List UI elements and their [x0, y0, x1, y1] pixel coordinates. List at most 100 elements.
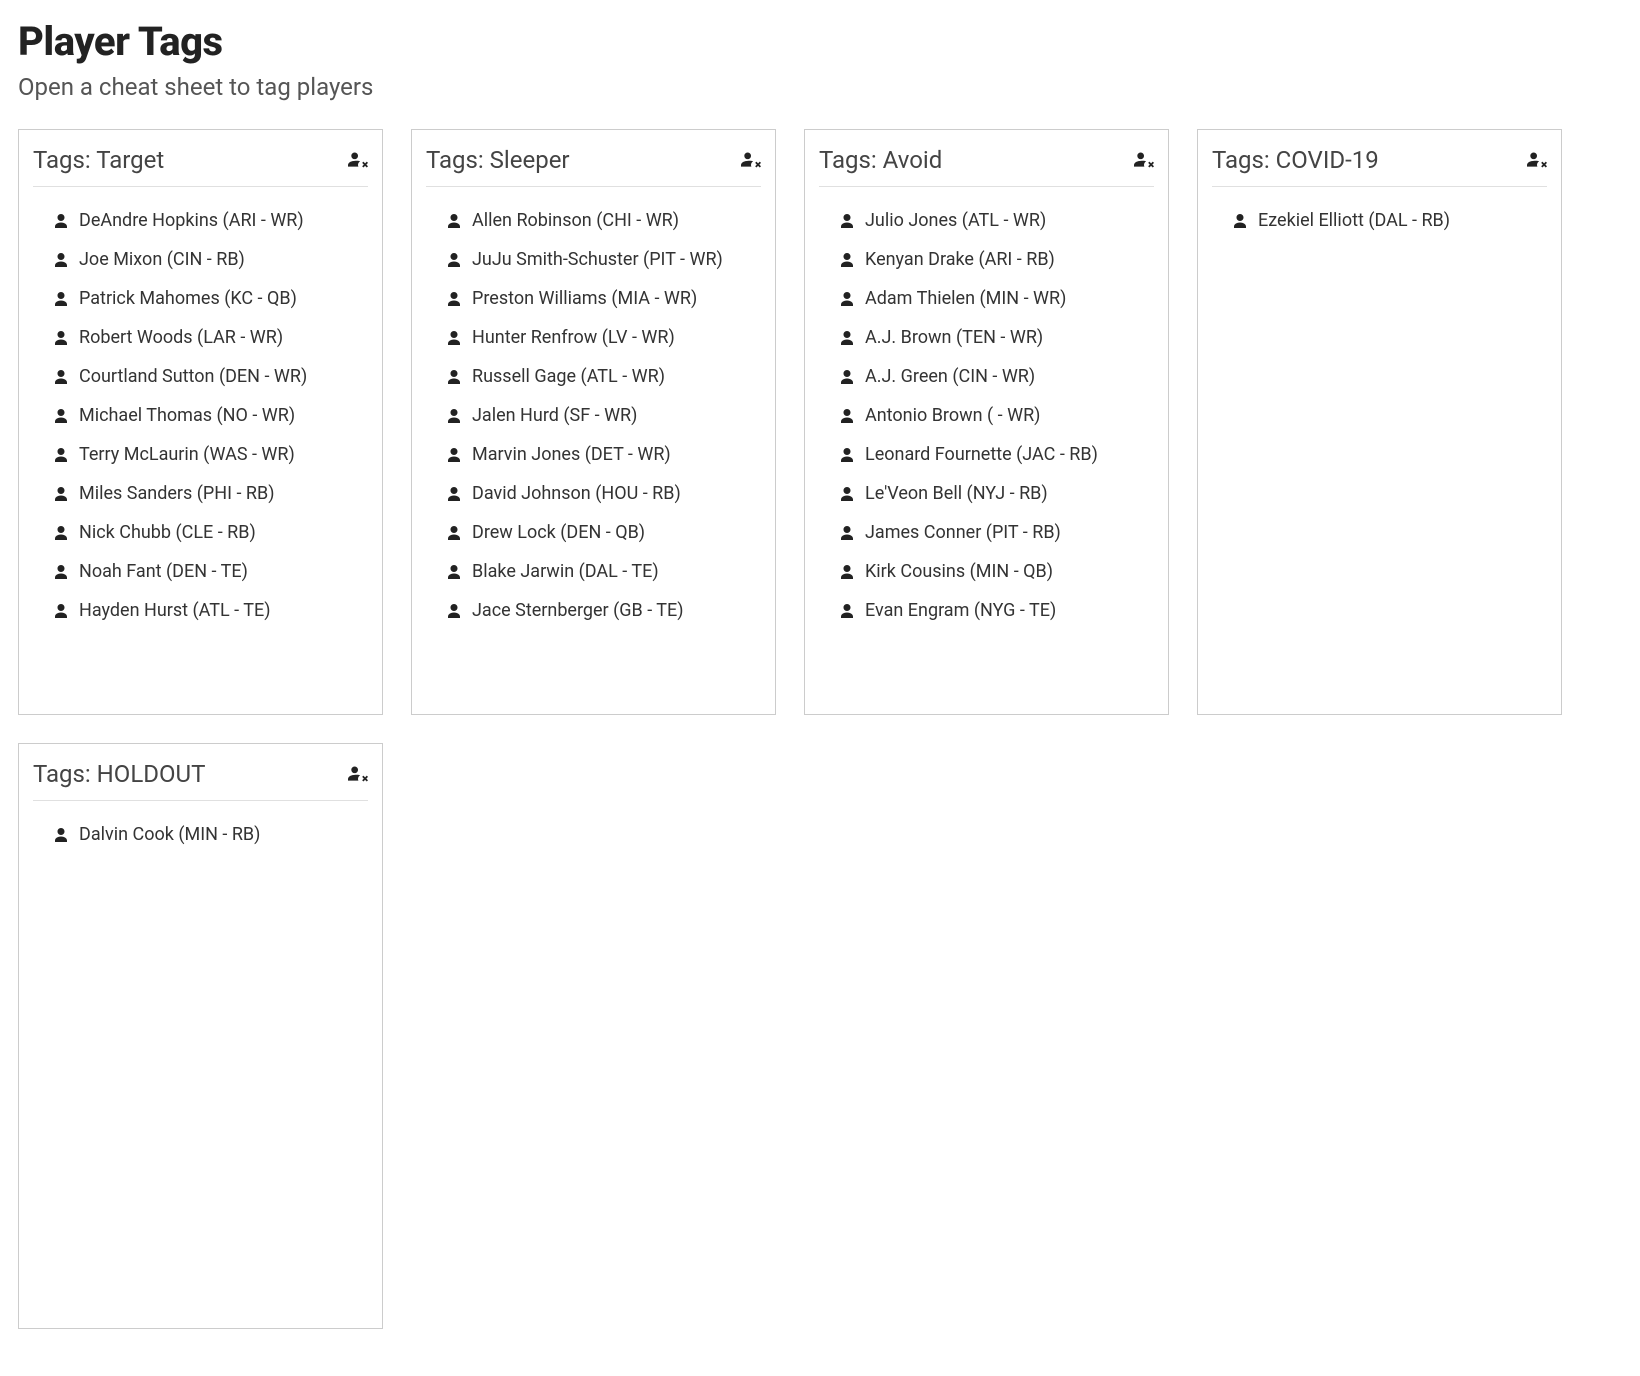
player-label: Evan Engram (NYG - TE) — [865, 600, 1056, 621]
player-item[interactable]: Allen Robinson (CHI - WR) — [426, 201, 761, 240]
tag-card: Tags: COVID-19 Ezekiel Elliott (DAL - RB) — [1197, 129, 1562, 715]
remove-user-icon[interactable] — [741, 151, 761, 169]
person-icon — [53, 486, 69, 502]
player-label: Marvin Jones (DET - WR) — [472, 444, 671, 465]
person-icon — [53, 369, 69, 385]
cards-grid: Tags: Target DeAndre Hopkins (ARI - WR) Jo… — [18, 129, 1622, 1329]
person-icon — [53, 603, 69, 619]
player-item[interactable]: DeAndre Hopkins (ARI - WR) — [33, 201, 368, 240]
player-label: Drew Lock (DEN - QB) — [472, 522, 645, 543]
player-item[interactable]: Dalvin Cook (MIN - RB) — [33, 815, 368, 854]
remove-user-icon[interactable] — [1527, 151, 1547, 169]
person-icon — [446, 369, 462, 385]
card-title: Tags: Avoid — [819, 146, 942, 174]
player-label: Dalvin Cook (MIN - RB) — [79, 824, 260, 845]
tag-card: Tags: Sleeper Allen Robinson (CHI - WR) Ju… — [411, 129, 776, 715]
player-list: Julio Jones (ATL - WR) Kenyan Drake (ARI … — [819, 201, 1154, 630]
player-item[interactable]: Blake Jarwin (DAL - TE) — [426, 552, 761, 591]
player-item[interactable]: Jace Sternberger (GB - TE) — [426, 591, 761, 630]
card-title: Tags: Target — [33, 146, 164, 174]
person-icon — [446, 330, 462, 346]
card-title: Tags: Sleeper — [426, 146, 570, 174]
player-item[interactable]: Noah Fant (DEN - TE) — [33, 552, 368, 591]
player-label: Hayden Hurst (ATL - TE) — [79, 600, 271, 621]
player-item[interactable]: Kenyan Drake (ARI - RB) — [819, 240, 1154, 279]
player-item[interactable]: Terry McLaurin (WAS - WR) — [33, 435, 368, 474]
remove-user-icon[interactable] — [1134, 151, 1154, 169]
player-item[interactable]: Preston Williams (MIA - WR) — [426, 279, 761, 318]
card-title: Tags: COVID-19 — [1212, 146, 1379, 174]
person-icon — [53, 564, 69, 580]
card-header: Tags: Sleeper — [426, 146, 761, 187]
player-list: Allen Robinson (CHI - WR) JuJu Smith-Schu… — [426, 201, 761, 630]
player-item[interactable]: Drew Lock (DEN - QB) — [426, 513, 761, 552]
player-item[interactable]: Joe Mixon (CIN - RB) — [33, 240, 368, 279]
player-item[interactable]: Hunter Renfrow (LV - WR) — [426, 318, 761, 357]
player-item[interactable]: Marvin Jones (DET - WR) — [426, 435, 761, 474]
card-header: Tags: COVID-19 — [1212, 146, 1547, 187]
player-item[interactable]: Evan Engram (NYG - TE) — [819, 591, 1154, 630]
person-icon — [53, 291, 69, 307]
person-icon — [53, 330, 69, 346]
person-icon — [53, 827, 69, 843]
player-item[interactable]: Adam Thielen (MIN - WR) — [819, 279, 1154, 318]
player-item[interactable]: Hayden Hurst (ATL - TE) — [33, 591, 368, 630]
card-header: Tags: HOLDOUT — [33, 760, 368, 801]
player-item[interactable]: Leonard Fournette (JAC - RB) — [819, 435, 1154, 474]
person-icon — [53, 213, 69, 229]
player-label: JuJu Smith-Schuster (PIT - WR) — [472, 249, 723, 270]
person-icon — [446, 408, 462, 424]
player-item[interactable]: Russell Gage (ATL - WR) — [426, 357, 761, 396]
player-label: Antonio Brown ( - WR) — [865, 405, 1040, 426]
player-list: Ezekiel Elliott (DAL - RB) — [1212, 201, 1547, 240]
player-item[interactable]: Miles Sanders (PHI - RB) — [33, 474, 368, 513]
player-item[interactable]: Julio Jones (ATL - WR) — [819, 201, 1154, 240]
player-item[interactable]: Le'Veon Bell (NYJ - RB) — [819, 474, 1154, 513]
player-label: Blake Jarwin (DAL - TE) — [472, 561, 659, 582]
player-item[interactable]: Kirk Cousins (MIN - QB) — [819, 552, 1154, 591]
person-icon — [839, 447, 855, 463]
player-item[interactable]: David Johnson (HOU - RB) — [426, 474, 761, 513]
player-label: Ezekiel Elliott (DAL - RB) — [1258, 210, 1450, 231]
player-label: Julio Jones (ATL - WR) — [865, 210, 1046, 231]
player-item[interactable]: Patrick Mahomes (KC - QB) — [33, 279, 368, 318]
player-item[interactable]: Nick Chubb (CLE - RB) — [33, 513, 368, 552]
tag-card: Tags: HOLDOUT Dalvin Cook (MIN - RB) — [18, 743, 383, 1329]
person-icon — [53, 525, 69, 541]
player-label: Noah Fant (DEN - TE) — [79, 561, 248, 582]
person-icon — [446, 291, 462, 307]
player-label: Nick Chubb (CLE - RB) — [79, 522, 256, 543]
person-icon — [839, 603, 855, 619]
person-icon — [446, 525, 462, 541]
player-label: A.J. Green (CIN - WR) — [865, 366, 1035, 387]
player-label: Kenyan Drake (ARI - RB) — [865, 249, 1055, 270]
player-item[interactable]: A.J. Brown (TEN - WR) — [819, 318, 1154, 357]
player-label: Miles Sanders (PHI - RB) — [79, 483, 274, 504]
player-label: Le'Veon Bell (NYJ - RB) — [865, 483, 1048, 504]
player-item[interactable]: Ezekiel Elliott (DAL - RB) — [1212, 201, 1547, 240]
player-label: Preston Williams (MIA - WR) — [472, 288, 697, 309]
person-icon — [446, 603, 462, 619]
person-icon — [446, 213, 462, 229]
player-item[interactable]: Jalen Hurd (SF - WR) — [426, 396, 761, 435]
person-icon — [839, 252, 855, 268]
player-label: Adam Thielen (MIN - WR) — [865, 288, 1066, 309]
player-item[interactable]: James Conner (PIT - RB) — [819, 513, 1154, 552]
player-label: Robert Woods (LAR - WR) — [79, 327, 283, 348]
player-item[interactable]: Michael Thomas (NO - WR) — [33, 396, 368, 435]
player-label: Joe Mixon (CIN - RB) — [79, 249, 245, 270]
person-icon — [446, 564, 462, 580]
player-item[interactable]: A.J. Green (CIN - WR) — [819, 357, 1154, 396]
player-label: Jace Sternberger (GB - TE) — [472, 600, 684, 621]
player-label: Kirk Cousins (MIN - QB) — [865, 561, 1053, 582]
tag-card: Tags: Target DeAndre Hopkins (ARI - WR) Jo… — [18, 129, 383, 715]
player-item[interactable]: Antonio Brown ( - WR) — [819, 396, 1154, 435]
player-label: Russell Gage (ATL - WR) — [472, 366, 665, 387]
player-item[interactable]: Robert Woods (LAR - WR) — [33, 318, 368, 357]
player-item[interactable]: Courtland Sutton (DEN - WR) — [33, 357, 368, 396]
player-item[interactable]: JuJu Smith-Schuster (PIT - WR) — [426, 240, 761, 279]
remove-user-icon[interactable] — [348, 151, 368, 169]
page-title: Player Tags — [18, 18, 1622, 65]
person-icon — [53, 447, 69, 463]
remove-user-icon[interactable] — [348, 765, 368, 783]
